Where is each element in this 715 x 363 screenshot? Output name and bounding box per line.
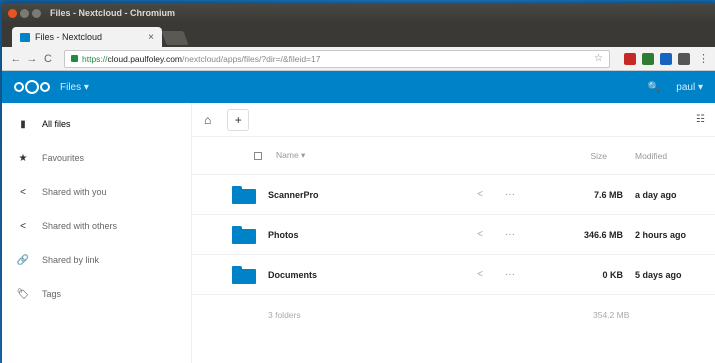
folder-icon xyxy=(232,265,256,284)
sidebar-item-favourites[interactable]: ★ Favourites xyxy=(2,141,191,175)
sidebar-item-shared-with-you[interactable]: < Shared with you xyxy=(2,175,191,209)
sidebar-item-label: Favourites xyxy=(42,153,85,163)
star-icon: ★ xyxy=(18,152,28,164)
file-name[interactable]: Photos xyxy=(268,230,465,240)
file-table-header: Name ▾ Size Modified xyxy=(192,137,715,175)
file-size: 7.6 MB xyxy=(593,189,623,200)
sidebar-item-label: Shared with you xyxy=(42,187,107,197)
title-bar: Files - Nextcloud - Chromium xyxy=(2,3,715,23)
table-row[interactable]: Photos < ··· 346.6 MB 2 hours ago xyxy=(192,215,715,255)
size-column-header[interactable]: Size xyxy=(565,151,635,161)
extension-icon[interactable] xyxy=(660,52,672,65)
file-summary: 3 folders 354.2 MB xyxy=(192,295,715,335)
file-list-area: ⌂ + ☷ Name ▾ Size Modified ScannerPro < … xyxy=(192,103,715,363)
total-size: 354.2 MB xyxy=(593,310,630,320)
folder-count: 3 folders xyxy=(268,310,301,320)
select-all-checkbox[interactable] xyxy=(254,151,262,160)
file-name[interactable]: ScannerPro xyxy=(268,190,465,200)
file-name[interactable]: Documents xyxy=(268,270,465,280)
tag-icon: 🏷 xyxy=(16,288,30,300)
sidebar: ▮ All files ★ Favourites < Shared with y… xyxy=(2,103,192,363)
file-modified: 2 hours ago xyxy=(635,229,687,240)
new-tab-button[interactable] xyxy=(161,31,189,45)
modified-column-header[interactable]: Modified xyxy=(635,151,715,161)
lock-icon xyxy=(71,55,78,62)
share-icon[interactable]: < xyxy=(465,269,495,280)
url-host: cloud.paulfoley.com xyxy=(107,53,183,64)
file-size: 0 KB xyxy=(602,269,623,280)
sidebar-item-all-files[interactable]: ▮ All files xyxy=(2,107,191,141)
folder-icon xyxy=(232,225,256,244)
window-minimize-button[interactable] xyxy=(20,8,29,18)
sidebar-item-shared-by-link[interactable]: 🔗 Shared by link xyxy=(2,243,191,277)
file-size: 346.6 MB xyxy=(583,229,623,240)
app-menu-button[interactable]: Files ▾ xyxy=(60,82,89,93)
share-icon: < xyxy=(20,220,26,232)
share-icon[interactable]: < xyxy=(465,189,495,200)
sidebar-item-tags[interactable]: 🏷 Tags xyxy=(2,277,191,311)
sidebar-item-label: Shared by link xyxy=(42,255,100,265)
extension-icon[interactable] xyxy=(678,52,690,65)
table-row[interactable]: Documents < ··· 0 KB 5 days ago xyxy=(192,255,715,295)
nextcloud-logo-icon[interactable] xyxy=(14,80,50,94)
add-button[interactable]: + xyxy=(227,108,250,131)
sidebar-item-label: Tags xyxy=(42,289,62,299)
tab-close-icon[interactable]: × xyxy=(148,32,154,43)
file-modified: a day ago xyxy=(635,189,677,200)
sidebar-item-shared-with-others[interactable]: < Shared with others xyxy=(2,209,191,243)
share-icon[interactable]: < xyxy=(465,229,495,240)
home-icon[interactable]: ⌂ xyxy=(204,113,211,127)
browser-menu-icon[interactable]: ⋮ xyxy=(698,52,709,65)
nextcloud-header: Files ▾ 🔍 paul ▾ xyxy=(2,71,715,103)
user-menu-button[interactable]: paul ▾ xyxy=(676,82,703,93)
tab-bar: Files - Nextcloud × xyxy=(2,23,715,47)
sidebar-item-label: Shared with others xyxy=(42,221,118,231)
sidebar-item-label: All files xyxy=(42,119,71,129)
share-icon: < xyxy=(20,186,26,198)
bookmark-star-icon[interactable]: ☆ xyxy=(594,53,603,64)
extension-icon[interactable] xyxy=(624,52,636,65)
window-close-button[interactable] xyxy=(8,8,17,18)
url-scheme: https:// xyxy=(82,53,108,64)
search-icon[interactable]: 🔍 xyxy=(648,82,660,93)
more-options-icon[interactable]: ··· xyxy=(495,269,525,280)
extension-icon[interactable] xyxy=(642,52,654,65)
reload-button[interactable]: C xyxy=(40,53,56,65)
url-input[interactable]: https:// cloud.paulfoley.com /nextcloud/… xyxy=(64,49,610,68)
table-row[interactable]: ScannerPro < ··· 7.6 MB a day ago xyxy=(192,175,715,215)
forward-button[interactable]: → xyxy=(24,53,40,65)
address-bar: ← → C https:// cloud.paulfoley.com /next… xyxy=(2,47,715,71)
back-button[interactable]: ← xyxy=(8,53,24,65)
folder-icon: ▮ xyxy=(20,118,26,130)
link-icon: 🔗 xyxy=(16,254,30,266)
file-modified: 5 days ago xyxy=(635,269,682,280)
folder-icon xyxy=(232,185,256,204)
more-options-icon[interactable]: ··· xyxy=(495,229,525,240)
window-title: Files - Nextcloud - Chromium xyxy=(50,8,176,18)
browser-tab[interactable]: Files - Nextcloud × xyxy=(12,27,162,47)
tab-title: Files - Nextcloud xyxy=(35,32,103,42)
name-column-header[interactable]: Name ▾ xyxy=(276,150,565,161)
more-options-icon[interactable]: ··· xyxy=(495,189,525,200)
browser-window: Files - Nextcloud - Chromium Files - Nex… xyxy=(2,3,715,363)
url-path: /nextcloud/apps/files/?dir=/&fileid=17 xyxy=(182,53,321,64)
nextcloud-favicon-icon xyxy=(20,32,30,42)
grid-view-icon[interactable]: ☷ xyxy=(696,114,705,125)
breadcrumb: ⌂ + xyxy=(192,103,715,137)
window-maximize-button[interactable] xyxy=(32,8,41,18)
